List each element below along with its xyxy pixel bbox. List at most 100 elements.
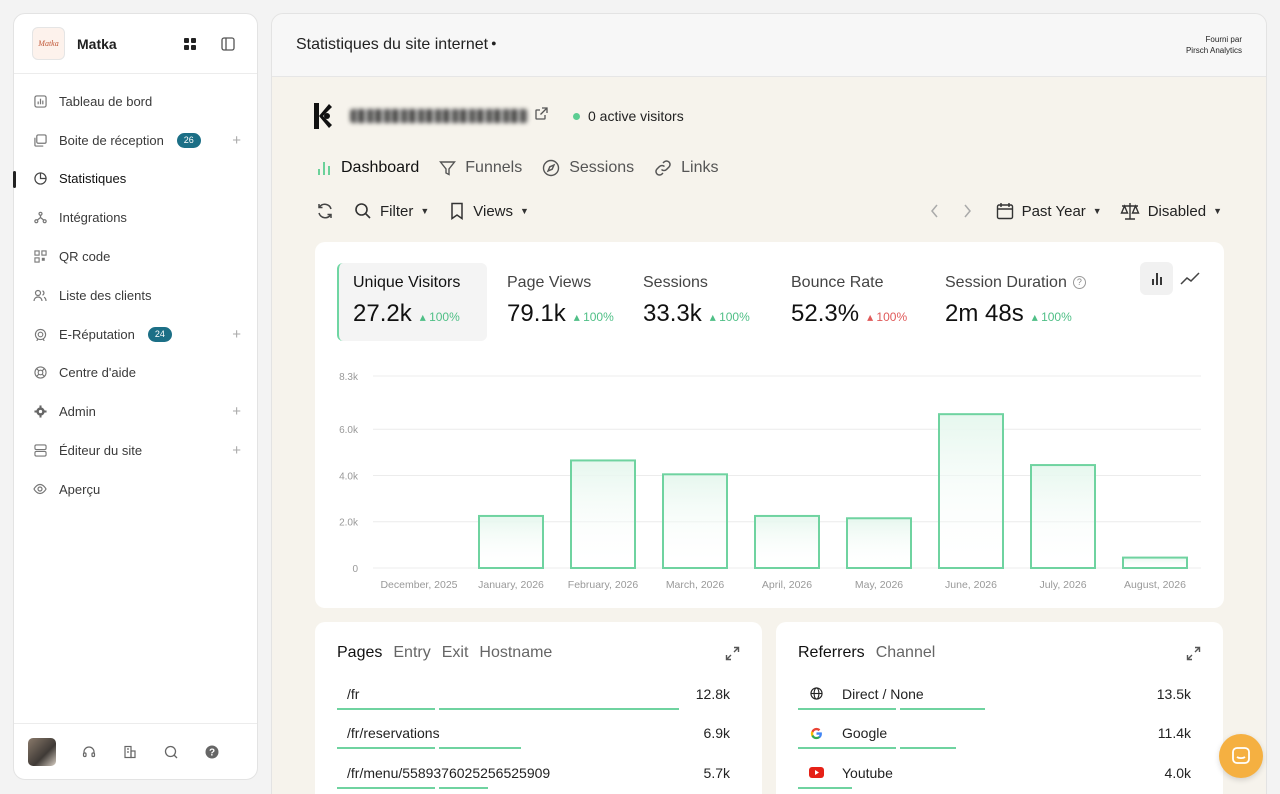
sidebar-item-integrations[interactable]: Intégrations [14, 198, 257, 237]
tab-label: Funnels [465, 159, 523, 176]
eye-icon [33, 482, 47, 496]
sidebar-item-label: Statistiques [59, 171, 127, 187]
page-title: Statistiques du site internet ● [296, 36, 1186, 54]
chat-icon [1232, 747, 1250, 764]
external-link-icon[interactable] [534, 106, 549, 126]
plus-icon[interactable]: + [232, 442, 241, 459]
plus-icon[interactable]: + [232, 132, 241, 149]
sidebar-item-site-editor[interactable]: Éditeur du site + [14, 431, 257, 470]
referrer-count: 4.0k [1164, 764, 1191, 781]
refresh-button[interactable] [316, 202, 342, 220]
main-tabs: Dashboard Funnels Sessions Links [316, 159, 738, 177]
toolbar-right: Past Year ▼ Disabled ▼ [930, 202, 1222, 220]
expand-icon[interactable] [725, 646, 740, 666]
sidebar-item-qr-code[interactable]: QR code [14, 237, 257, 276]
sidebar-item-label: Admin [59, 404, 96, 420]
share-bar [798, 747, 896, 749]
list-item[interactable]: /fr 12.8k [337, 674, 730, 714]
referrer: Google [798, 725, 887, 741]
chat-launcher-button[interactable] [1219, 734, 1263, 778]
chart-bar [1122, 556, 1188, 570]
users-icon [33, 288, 47, 302]
plus-icon[interactable]: + [232, 326, 241, 343]
tab-sessions[interactable]: Sessions [542, 159, 634, 177]
search-icon [355, 203, 371, 219]
sidebar-item-clients[interactable]: Liste des clients [14, 276, 257, 315]
pages-card: Pages Entry Exit Hostname /fr 12.8k /fr/… [315, 622, 762, 794]
bookmark-icon [451, 202, 464, 220]
sidebar-item-help-center[interactable]: Centre d'aide [14, 354, 257, 393]
referrer-label: Google [842, 725, 888, 742]
chart-icon [33, 94, 47, 108]
tab-funnels[interactable]: Funnels [439, 159, 522, 177]
tab-pages[interactable]: Pages [337, 644, 382, 662]
page-title-text: Statistiques du site internet [296, 36, 489, 53]
brand-logo[interactable]: Matka [32, 27, 65, 60]
page-views-count: 6.9k [703, 725, 730, 742]
scale-icon [1120, 203, 1140, 220]
sidebar-item-dashboard[interactable]: Tableau de bord [14, 82, 257, 121]
tab-label: Links [681, 159, 719, 176]
share-bar-segment [900, 707, 986, 710]
period-label: Past Year [1021, 202, 1086, 220]
tab-channel[interactable]: Channel [876, 644, 936, 662]
tab-referrers[interactable]: Referrers [798, 644, 865, 662]
sidebar-item-inbox[interactable]: Boite de réception 26 + [14, 121, 257, 160]
referrer-count: 13.5k [1156, 685, 1191, 702]
filter-button[interactable]: Filter ▼ [354, 202, 429, 220]
list-item[interactable]: /fr/reservations 6.9k [337, 714, 730, 754]
youtube-icon [808, 767, 824, 779]
sidebar-item-label: Centre d'aide [59, 365, 136, 381]
chevron-right-icon [963, 204, 971, 218]
expand-icon[interactable] [1186, 646, 1201, 666]
stats-card: Unique Visitors 27.2k ▴ 100% Page Views 7… [315, 242, 1224, 608]
period-select[interactable]: Past Year ▼ [996, 202, 1102, 220]
tab-dashboard[interactable]: Dashboard [316, 159, 419, 177]
compare-select[interactable]: Disabled ▼ [1120, 202, 1222, 220]
share-bar [337, 786, 435, 789]
list-item[interactable]: /fr/menu/5589376025256525909 5.7k [337, 753, 730, 793]
sidebar-toggle-icon[interactable] [217, 33, 239, 55]
funnel-icon [439, 160, 457, 176]
avatar[interactable] [28, 737, 56, 766]
chevron-down-icon: ▼ [1092, 206, 1102, 216]
pages-tabs: Pages Entry Exit Hostname [337, 644, 563, 662]
referrers-card: Referrers Channel Direct / None 13.5k Go… [776, 622, 1223, 794]
list-item[interactable]: Google 11.4k [798, 714, 1191, 754]
headset-icon[interactable] [81, 744, 97, 760]
powered-by-line1: Fourni par [1205, 35, 1242, 44]
chevron-down-icon: ▼ [1213, 206, 1222, 216]
tab-exit[interactable]: Exit [442, 644, 469, 662]
list-item[interactable]: Direct / None 13.5k [798, 674, 1191, 714]
sidebar-item-admin[interactable]: Admin + [14, 392, 257, 431]
list-item[interactable]: Youtube 4.0k [798, 753, 1191, 793]
plus-icon[interactable]: + [232, 403, 241, 420]
info-icon[interactable]: ● [491, 38, 496, 48]
share-bar-segment [439, 747, 521, 749]
share-bar-segment [439, 707, 679, 710]
main-header: Statistiques du site internet ● Fourni pa… [272, 14, 1266, 77]
tab-label: Sessions [569, 159, 635, 176]
active-visitors: 0 active visitors [588, 108, 684, 124]
chart-bar [938, 413, 1004, 569]
x-tick-label: June, 2026 [945, 579, 997, 591]
sidebar-item-statistics[interactable]: Statistiques [13, 160, 257, 199]
building-icon[interactable] [122, 744, 138, 760]
tab-entry[interactable]: Entry [393, 644, 430, 662]
grid-icon[interactable] [179, 33, 201, 55]
sidebar-item-preview[interactable]: Aperçu [14, 470, 257, 509]
sidebar-item-e-reputation[interactable]: E-Réputation 24 + [14, 315, 257, 354]
next-period-button[interactable] [962, 204, 980, 218]
referrer-count: 11.4k [1157, 725, 1191, 742]
previous-period-button[interactable] [930, 204, 948, 218]
tab-hostname[interactable]: Hostname [479, 644, 552, 662]
y-tick-label: 0 [352, 564, 358, 575]
tab-links[interactable]: Links [654, 159, 718, 177]
link-icon [655, 160, 671, 176]
main-panel: Statistiques du site internet ● Fourni pa… [271, 13, 1267, 794]
chart-bar [754, 514, 820, 570]
views-button[interactable]: Views ▼ [449, 202, 529, 220]
chart-bar [662, 473, 728, 569]
search-chat-icon[interactable] [163, 744, 179, 760]
help-icon[interactable]: ? [204, 744, 220, 760]
